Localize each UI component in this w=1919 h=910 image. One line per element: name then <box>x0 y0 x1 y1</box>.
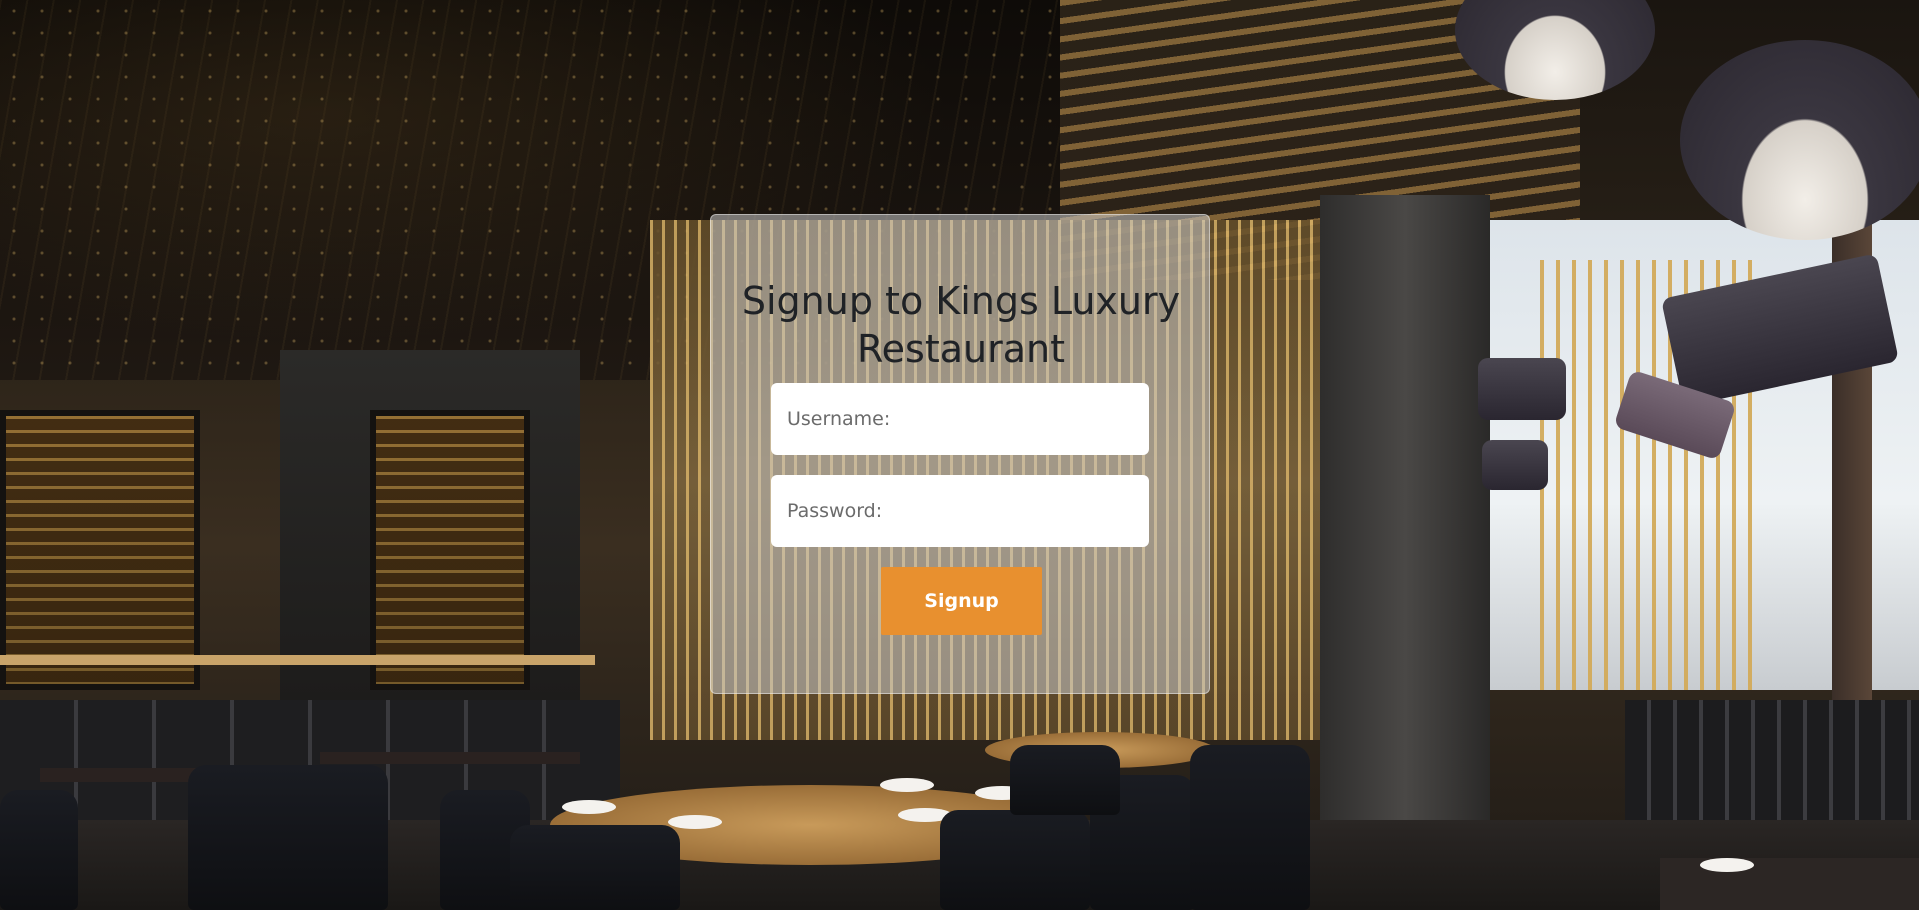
plate <box>668 815 722 829</box>
pendant-lamp <box>1478 358 1566 420</box>
chair <box>1010 745 1120 815</box>
pendant-lamp <box>1482 440 1548 490</box>
wine-cabinet <box>370 410 530 690</box>
pendant-lamp <box>1680 40 1919 240</box>
chair <box>940 810 1090 910</box>
plate <box>1700 858 1754 872</box>
signup-card: Signup to Kings Luxury Restaurant Signup <box>710 214 1210 694</box>
table <box>320 752 580 764</box>
chair <box>0 790 78 910</box>
rail <box>0 655 595 665</box>
username-input[interactable] <box>771 383 1149 455</box>
plate <box>880 778 934 792</box>
pillar <box>1320 195 1490 835</box>
chair <box>1190 745 1310 910</box>
wine-cabinet <box>0 410 200 690</box>
signup-button[interactable]: Signup <box>881 567 1042 635</box>
chair <box>188 765 388 910</box>
table <box>1660 858 1919 910</box>
chair <box>510 825 680 910</box>
plate <box>562 800 616 814</box>
signup-title: Signup to Kings Luxury Restaurant <box>741 279 1181 371</box>
password-input[interactable] <box>771 475 1149 547</box>
